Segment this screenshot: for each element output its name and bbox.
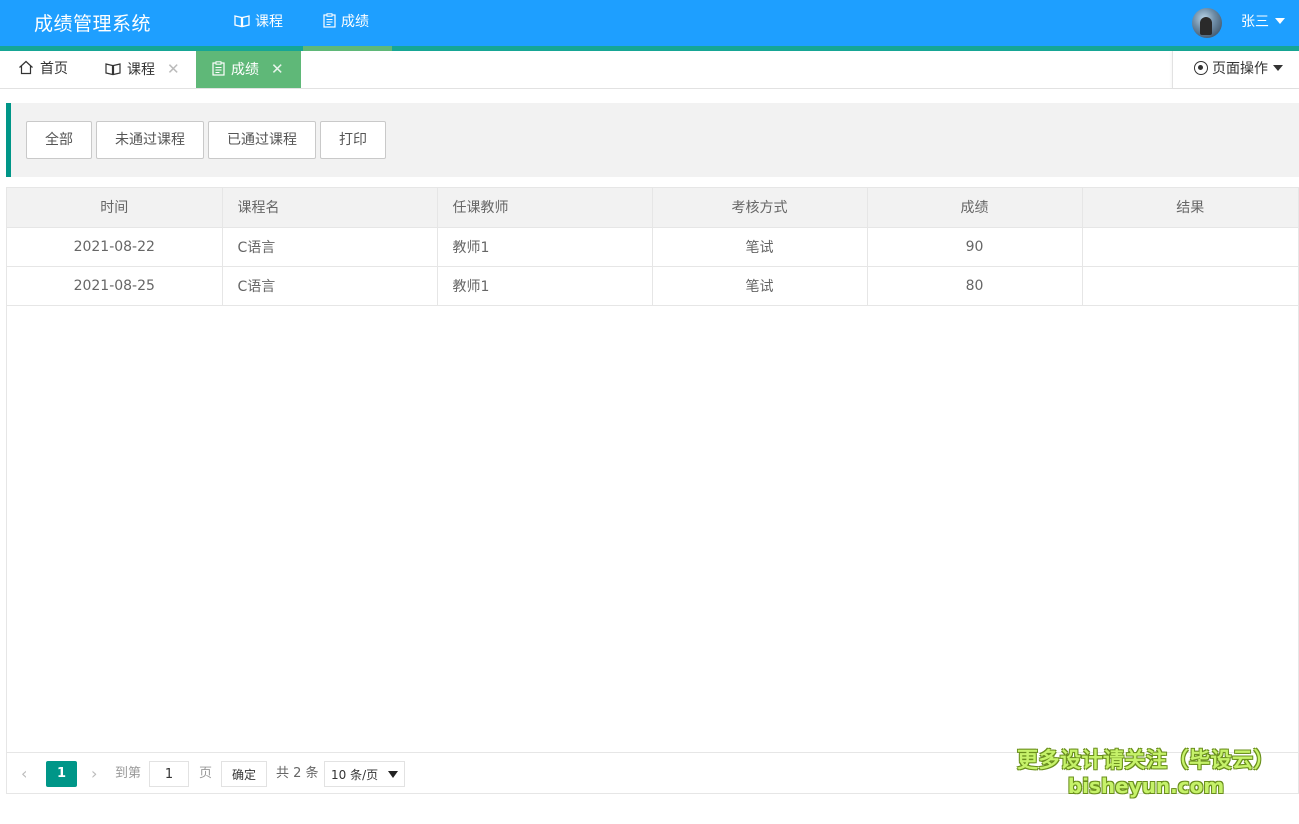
user-name: 张三 (1241, 14, 1269, 30)
column-header-method[interactable]: 考核方式 (652, 188, 868, 228)
page-ops-label: 页面操作 (1212, 61, 1268, 77)
current-page-button[interactable]: 1 (46, 761, 77, 787)
tab-course-label: 课程 (127, 62, 155, 78)
cell-time: 2021-08-25 (7, 266, 223, 306)
book-icon (234, 15, 250, 28)
column-header-course[interactable]: 课程名 (222, 188, 438, 228)
clipboard-icon (323, 13, 336, 28)
top-header: 成绩管理系统 课程 成绩 张三 (0, 0, 1299, 51)
nav-item-score[interactable]: 成绩 (303, 0, 392, 51)
cell-method: 笔试 (652, 266, 868, 306)
total-count: 共 2 条 (276, 766, 319, 781)
cell-teacher: 教师1 (437, 266, 653, 306)
passed-courses-button[interactable]: 已通过课程 (208, 121, 316, 159)
tab-score[interactable]: 成绩 ✕ (196, 51, 301, 88)
tab-bar: 首页 课程 ✕ 成绩 ✕ 页面操作 (0, 51, 1299, 89)
goto-label: 到第 (115, 766, 142, 781)
avatar[interactable] (1192, 8, 1222, 38)
cell-score: 80 (867, 266, 1083, 306)
app-title: 成绩管理系统 (34, 13, 152, 35)
next-page-button[interactable]: › (91, 761, 97, 787)
table-header-row: 时间 课程名 任课教师 考核方式 成绩 结果 (7, 188, 1298, 228)
page-size-select[interactable]: 10 条/页 (324, 761, 405, 787)
cell-result (1082, 227, 1298, 267)
cell-time: 2021-08-22 (7, 227, 223, 267)
goto-page-input[interactable]: 1 (149, 761, 189, 787)
chevron-down-icon (388, 771, 398, 778)
nav-item-course[interactable]: 课程 (234, 0, 283, 46)
cell-score: 90 (867, 227, 1083, 267)
prev-page-button[interactable]: ‹ (21, 761, 27, 787)
table-row[interactable]: 2021-08-25 C语言 教师1 笔试 80 (7, 266, 1298, 306)
column-header-result[interactable]: 结果 (1082, 188, 1298, 228)
all-button[interactable]: 全部 (26, 121, 92, 159)
failed-courses-button[interactable]: 未通过课程 (96, 121, 204, 159)
page-size-value: 10 条/页 (331, 768, 379, 782)
print-button[interactable]: 打印 (320, 121, 386, 159)
tab-course[interactable]: 课程 ✕ (105, 51, 180, 88)
watermark: 更多设计请关注（毕设云） bisheyun.com (1016, 746, 1276, 798)
clipboard-icon (212, 61, 225, 76)
page-label: 页 (199, 766, 213, 781)
nav-course-label: 课程 (255, 14, 283, 30)
column-header-time[interactable]: 时间 (7, 188, 223, 228)
cell-teacher: 教师1 (437, 227, 653, 267)
filter-toolbar: 全部 未通过课程 已通过课程 打印 (6, 103, 1299, 177)
cell-course: C语言 (222, 227, 438, 267)
book-icon (105, 63, 121, 76)
watermark-line1: 更多设计请关注（毕设云） (1017, 748, 1275, 772)
watermark-line2: bisheyun.com (1067, 774, 1225, 798)
tab-home[interactable]: 首页 (18, 51, 68, 88)
caret-down-icon (1273, 65, 1283, 71)
caret-down-icon (1275, 18, 1285, 24)
column-header-teacher[interactable]: 任课教师 (437, 188, 653, 228)
cell-result (1082, 266, 1298, 306)
nav-score-label: 成绩 (341, 14, 369, 30)
cell-course: C语言 (222, 266, 438, 306)
home-icon (19, 60, 33, 75)
confirm-button[interactable]: 确定 (221, 761, 267, 787)
page-operations-menu[interactable]: 页面操作 (1172, 51, 1299, 88)
score-table: 时间 课程名 任课教师 考核方式 成绩 结果 2021-08-22 C语言 教师… (7, 188, 1298, 306)
score-table-container: 时间 课程名 任课教师 考核方式 成绩 结果 2021-08-22 C语言 教师… (6, 187, 1299, 794)
close-icon[interactable]: ✕ (271, 60, 284, 78)
table-row[interactable]: 2021-08-22 C语言 教师1 笔试 90 (7, 227, 1298, 267)
tab-home-label: 首页 (40, 61, 68, 77)
close-icon[interactable]: ✕ (167, 60, 180, 78)
tab-score-label: 成绩 (231, 62, 259, 78)
column-header-score[interactable]: 成绩 (867, 188, 1083, 228)
target-icon (1194, 61, 1208, 75)
cell-method: 笔试 (652, 227, 868, 267)
user-menu[interactable]: 张三 (1241, 0, 1285, 46)
